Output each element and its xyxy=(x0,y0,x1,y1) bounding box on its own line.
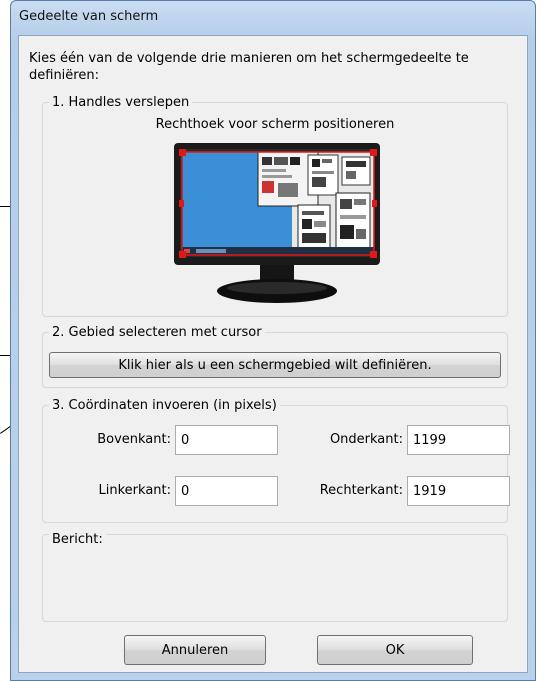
message-legend: Bericht: xyxy=(49,531,106,548)
group-drag-handles: 1. Handles verslepen Rechthoek voor sche… xyxy=(42,94,508,317)
group-coordinates: 3. Coördinaten invoeren (in pixels) Bove… xyxy=(42,397,510,523)
cancel-button[interactable]: Annuleren xyxy=(124,635,266,665)
group-drag-handles-legend: 1. Handles verslepen xyxy=(49,94,193,111)
left-input[interactable] xyxy=(175,476,278,506)
group-select-cursor-legend: 2. Gebied selecteren met cursor xyxy=(49,324,265,341)
right-input[interactable] xyxy=(407,476,510,506)
handle-bottom-left xyxy=(179,251,186,258)
handle-top-right xyxy=(370,149,377,156)
top-input[interactable] xyxy=(175,425,278,455)
dialog-client-area: Kies één van de volgende drie manieren o… xyxy=(18,35,528,673)
top-label: Bovenkant: xyxy=(97,432,171,447)
group-message: Bericht: xyxy=(42,531,508,622)
ok-button[interactable]: OK xyxy=(317,635,473,665)
instruction-text: Kies één van de volgende drie manieren o… xyxy=(29,51,469,83)
group-select-cursor: 2. Gebied selecteren met cursor Klik hie… xyxy=(42,324,508,388)
monitor-caption: Rechthoek voor scherm positioneren xyxy=(155,117,395,132)
dialog-window: Gedeelte van scherm Kies één van de volg… xyxy=(10,0,536,681)
window-title: Gedeelte van scherm xyxy=(19,9,159,24)
monitor-preview[interactable] xyxy=(174,143,380,313)
define-area-button[interactable]: Klik hier als u een schermgebied wilt de… xyxy=(49,352,501,378)
bottom-input[interactable] xyxy=(407,425,510,455)
bottom-label: Onderkant: xyxy=(329,432,403,447)
handle-right xyxy=(372,200,377,207)
left-label: Linkerkant: xyxy=(98,483,171,498)
handle-left xyxy=(179,200,184,207)
handle-bottom-right xyxy=(370,251,377,258)
right-label: Rechterkant: xyxy=(319,483,403,498)
handle-top-left xyxy=(179,149,186,156)
group-coordinates-legend: 3. Coördinaten invoeren (in pixels) xyxy=(49,397,280,414)
